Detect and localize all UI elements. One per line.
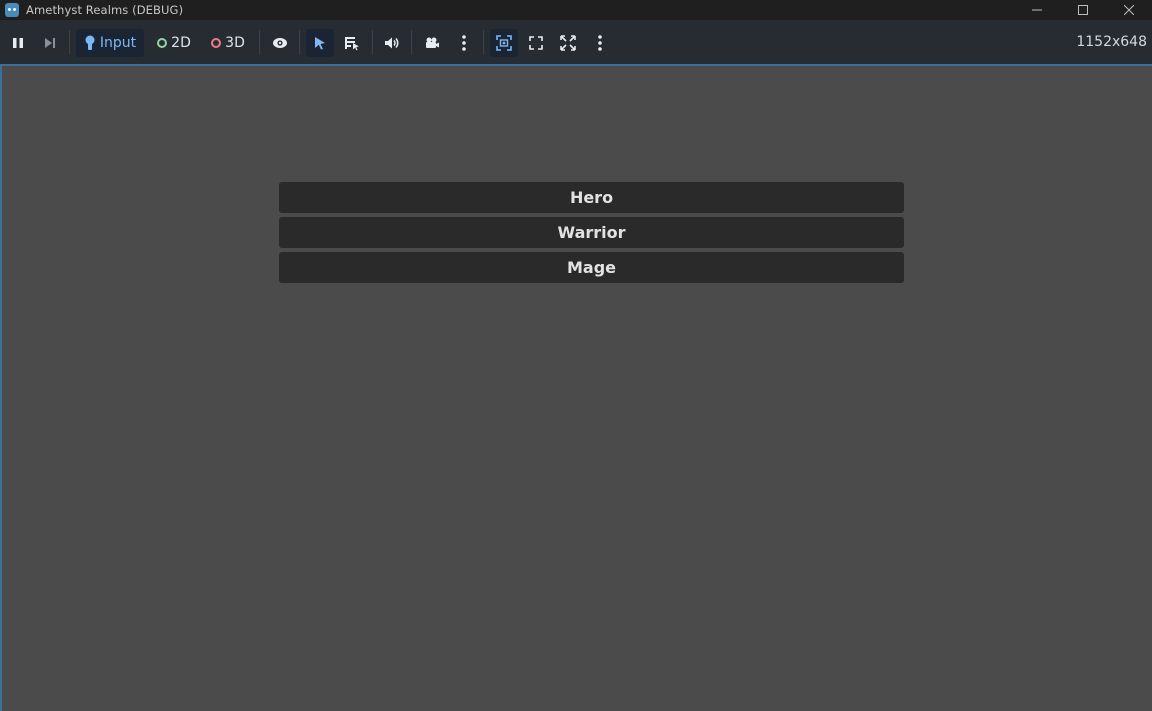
maximize-button[interactable] bbox=[1060, 0, 1106, 20]
list-select-icon bbox=[345, 37, 359, 51]
maximize-icon bbox=[1078, 5, 1088, 15]
input-hand-icon bbox=[85, 35, 95, 50]
select-tool-button[interactable] bbox=[306, 29, 334, 57]
title-bar: Amethyst Realms (DEBUG) bbox=[0, 0, 1152, 20]
mode-3d-label: 3D bbox=[225, 35, 245, 51]
toolbar-separator bbox=[299, 30, 300, 54]
toolbar-separator bbox=[69, 30, 70, 54]
close-button[interactable] bbox=[1106, 0, 1152, 20]
circle-3d-icon bbox=[211, 38, 222, 48]
next-frame-button[interactable] bbox=[38, 29, 62, 57]
godot-icon bbox=[5, 3, 19, 17]
toolbar-separator bbox=[372, 30, 373, 54]
close-icon bbox=[1124, 5, 1134, 15]
input-mode-label: Input bbox=[99, 35, 137, 51]
window-title: Amethyst Realms (DEBUG) bbox=[26, 3, 184, 17]
pause-icon bbox=[13, 38, 23, 48]
toolbar-separator bbox=[259, 30, 260, 54]
hero-button[interactable]: Hero bbox=[279, 182, 904, 213]
minimize-icon bbox=[1032, 9, 1042, 11]
mode-2d-label: 2D bbox=[171, 35, 191, 51]
eye-icon bbox=[273, 38, 287, 48]
debug-toolbar: Input 2D 3D 1152x648 bbox=[0, 20, 1152, 64]
toolbar-separator bbox=[411, 30, 412, 54]
minimize-button[interactable] bbox=[1014, 0, 1060, 20]
camera-override-button[interactable] bbox=[418, 29, 446, 57]
expand-icon bbox=[529, 36, 543, 50]
mode-3d-button[interactable]: 3D bbox=[204, 29, 252, 57]
fullscreen-button[interactable] bbox=[554, 29, 582, 57]
mode-2d-button[interactable]: 2D bbox=[150, 29, 198, 57]
mage-button[interactable]: Mage bbox=[279, 252, 904, 283]
visibility-button[interactable] bbox=[266, 29, 294, 57]
toolbar-separator bbox=[483, 30, 484, 54]
expand-button[interactable] bbox=[522, 29, 550, 57]
window-controls bbox=[1014, 0, 1152, 20]
camera-options-button[interactable] bbox=[452, 29, 476, 57]
next-frame-icon bbox=[45, 38, 55, 48]
select-arrow-icon bbox=[315, 37, 325, 50]
camera-icon bbox=[426, 37, 439, 48]
view-options-button[interactable] bbox=[588, 29, 612, 57]
focus-frame-icon bbox=[496, 35, 512, 51]
focus-frame-button[interactable] bbox=[490, 29, 518, 57]
game-viewport[interactable]: Hero Warrior Mage bbox=[0, 64, 1152, 711]
warrior-button[interactable]: Warrior bbox=[279, 217, 904, 248]
circle-2d-icon bbox=[157, 38, 168, 48]
speaker-icon bbox=[385, 37, 399, 49]
class-select-menu: Hero Warrior Mage bbox=[279, 182, 904, 287]
list-select-button[interactable] bbox=[338, 29, 366, 57]
input-mode-button[interactable]: Input bbox=[76, 29, 144, 57]
fullscreen-icon bbox=[560, 35, 576, 51]
more-vertical-icon bbox=[598, 35, 602, 51]
more-vertical-icon bbox=[462, 35, 466, 51]
audio-mute-button[interactable] bbox=[378, 29, 406, 57]
pause-button[interactable] bbox=[6, 29, 30, 57]
resolution-readout: 1152x648 bbox=[1076, 34, 1147, 50]
